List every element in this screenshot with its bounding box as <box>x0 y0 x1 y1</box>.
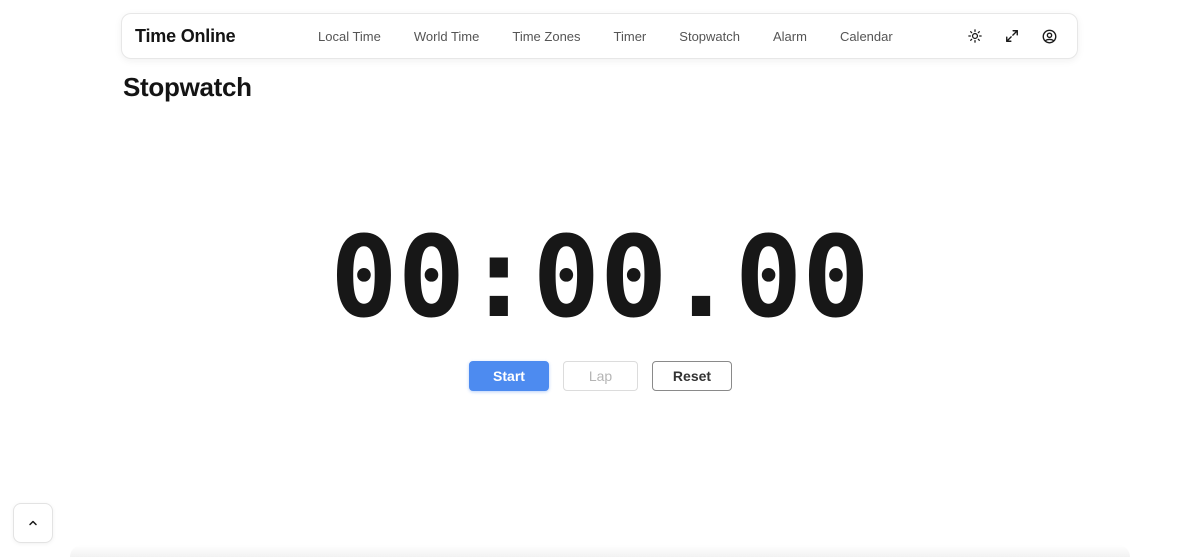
reset-button[interactable]: Reset <box>652 361 732 391</box>
nav-item-stopwatch[interactable]: Stopwatch <box>679 29 740 44</box>
expand-icon <box>1006 30 1018 42</box>
theme-toggle-button[interactable] <box>966 27 984 45</box>
nav-item-local-time[interactable]: Local Time <box>318 29 381 44</box>
scroll-to-top-button[interactable] <box>13 503 53 543</box>
user-circle-icon <box>1042 29 1056 43</box>
chevron-up-icon <box>29 520 37 526</box>
nav-links: Local Time World Time Time Zones Timer S… <box>318 14 893 58</box>
bottom-panel-edge <box>70 545 1130 557</box>
lap-button[interactable]: Lap <box>563 361 638 391</box>
nav-item-timer[interactable]: Timer <box>614 29 647 44</box>
stopwatch-display: 00:00.00 <box>330 213 870 343</box>
top-navbar: Time Online Local Time World Time Time Z… <box>121 13 1078 59</box>
start-button[interactable]: Start <box>469 361 549 391</box>
account-button[interactable] <box>1040 27 1058 45</box>
nav-item-time-zones[interactable]: Time Zones <box>512 29 580 44</box>
sun-icon <box>968 29 982 43</box>
nav-icon-group <box>966 14 1058 58</box>
brand-logo-text[interactable]: Time Online <box>135 14 236 58</box>
stopwatch-controls: Start Lap Reset <box>469 361 732 391</box>
nav-item-calendar[interactable]: Calendar <box>840 29 893 44</box>
page-title: Stopwatch <box>123 72 252 102</box>
fullscreen-button[interactable] <box>1003 27 1021 45</box>
nav-item-world-time[interactable]: World Time <box>414 29 480 44</box>
nav-item-alarm[interactable]: Alarm <box>773 29 807 44</box>
